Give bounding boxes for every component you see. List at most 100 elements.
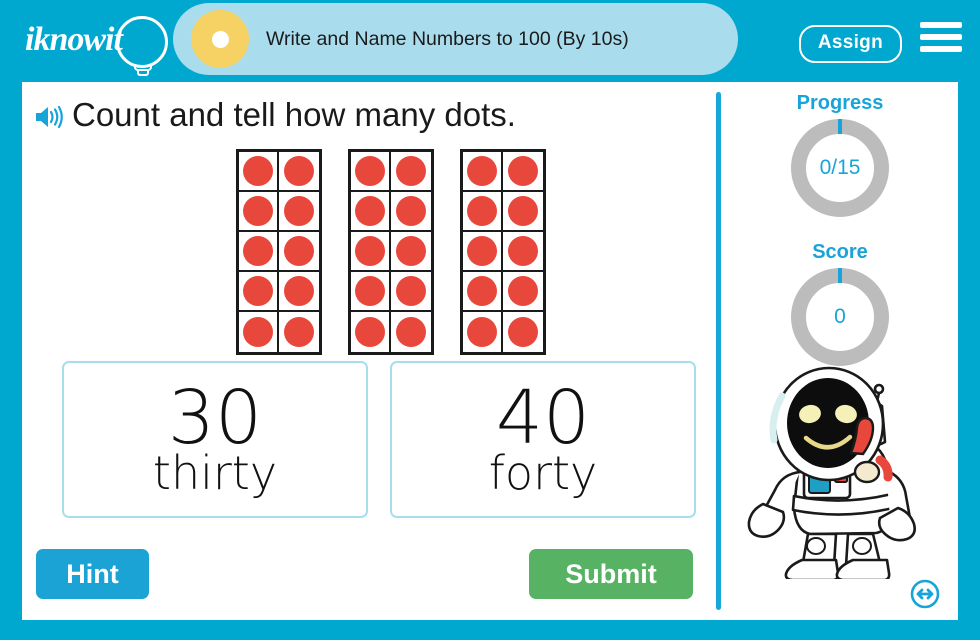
counter-dot <box>396 236 426 266</box>
ten-frame-cell <box>279 312 319 352</box>
ten-frame-cell <box>503 192 543 232</box>
ten-frame-cell <box>239 272 279 312</box>
sidebar: Progress 0/15 Score 0 <box>740 92 940 612</box>
ten-frames-group <box>236 149 546 355</box>
ten-frame <box>236 149 322 355</box>
assign-button[interactable]: Assign <box>798 25 902 63</box>
counter-dot <box>284 317 314 347</box>
counter-dot <box>355 317 385 347</box>
ten-frame-cell <box>351 232 391 272</box>
ten-frame-cell <box>463 152 503 192</box>
counter-dot <box>284 276 314 306</box>
counter-dot <box>243 196 273 226</box>
counter-dot <box>508 317 538 347</box>
answer-number: 40 <box>495 375 591 462</box>
counter-dot <box>508 196 538 226</box>
ten-frame <box>460 149 546 355</box>
score-ring: 0 <box>791 268 889 366</box>
lesson-badge-icon <box>191 10 249 68</box>
ten-frame-cell <box>239 192 279 232</box>
counter-dot <box>508 236 538 266</box>
ten-frame-cell <box>463 232 503 272</box>
score-value: 0 <box>834 305 846 328</box>
score-meter: Score 0 <box>740 241 940 366</box>
counter-dot <box>508 156 538 186</box>
answer-choices: 30 thirty 40 forty <box>62 361 696 518</box>
hint-button[interactable]: Hint <box>36 549 149 599</box>
ten-frame-cell <box>463 312 503 352</box>
answer-choice[interactable]: 30 thirty <box>62 361 368 518</box>
counter-dot <box>467 196 497 226</box>
lightbulb-icon <box>116 16 168 68</box>
astronaut-mascot-icon <box>747 366 916 579</box>
lightbulb-base-icon <box>134 64 152 71</box>
ten-frame-cell <box>391 152 431 192</box>
app-header: iknowit Write and Name Numbers to 100 (B… <box>0 0 980 78</box>
counter-dot <box>243 156 273 186</box>
counter-dot <box>467 156 497 186</box>
counter-dot <box>396 317 426 347</box>
ten-frame-cell <box>463 272 503 312</box>
counter-dot <box>396 156 426 186</box>
hamburger-menu-icon[interactable] <box>920 22 962 56</box>
ten-frame-cell <box>351 312 391 352</box>
counter-dot <box>355 156 385 186</box>
ten-frame-cell <box>239 232 279 272</box>
ten-frame-cell <box>391 272 431 312</box>
progress-label: Progress <box>796 92 884 114</box>
ten-frame-cell <box>463 192 503 232</box>
iknowit-logo[interactable]: iknowit <box>22 12 172 76</box>
question-text: Count and tell how many dots. <box>72 96 516 133</box>
answer-word: thirty <box>152 445 278 500</box>
ten-frame <box>348 149 434 355</box>
lesson-title-pill: Write and Name Numbers to 100 (By 10s) <box>173 3 738 75</box>
ten-frame-cell <box>503 312 543 352</box>
lesson-badge-inner-dot <box>211 30 229 48</box>
counter-dot <box>284 236 314 266</box>
ten-frame-cell <box>279 232 319 272</box>
progress-ring: 0/15 <box>791 119 889 217</box>
ten-frame-cell <box>503 232 543 272</box>
counter-dot <box>396 276 426 306</box>
speaker-audio-icon[interactable] <box>34 103 64 131</box>
counter-dot <box>243 317 273 347</box>
left-accent-bar <box>0 82 22 620</box>
answer-word: forty <box>488 445 598 500</box>
progress-meter: Progress 0/15 <box>740 92 940 217</box>
counter-dot <box>355 196 385 226</box>
ten-frame-cell <box>239 312 279 352</box>
lightbulb-base-lower-icon <box>137 71 149 76</box>
bottom-accent-bar <box>0 620 980 640</box>
counter-dot <box>355 276 385 306</box>
progress-value: 0/15 <box>819 156 861 179</box>
counter-dot <box>467 317 497 347</box>
counter-dot <box>508 276 538 306</box>
question-row: Count and tell how many dots. <box>34 96 516 134</box>
counter-dot <box>355 236 385 266</box>
ten-frame-cell <box>391 312 431 352</box>
counter-dot <box>467 276 497 306</box>
logo-wordmark: iknowit <box>25 21 123 58</box>
counter-dot <box>467 236 497 266</box>
page-title: Write and Name Numbers to 100 (By 10s) <box>266 27 629 50</box>
ten-frame-cell <box>351 192 391 232</box>
app-root: iknowit Write and Name Numbers to 100 (B… <box>0 0 980 640</box>
counter-dot <box>243 236 273 266</box>
counter-dot <box>284 196 314 226</box>
submit-button[interactable]: Submit <box>529 549 693 599</box>
horizontal-resize-icon[interactable] <box>910 579 940 609</box>
counter-dot <box>396 196 426 226</box>
ten-frame-cell <box>503 272 543 312</box>
ten-frame-cell <box>351 152 391 192</box>
score-label: Score <box>812 241 868 263</box>
ten-frame-cell <box>239 152 279 192</box>
answer-number: 30 <box>167 375 263 462</box>
panel-divider <box>716 92 721 610</box>
ten-frame-cell <box>279 152 319 192</box>
ten-frame-cell <box>391 192 431 232</box>
ten-frame-cell <box>279 192 319 232</box>
ten-frame-cell <box>279 272 319 312</box>
ten-frame-cell <box>503 152 543 192</box>
ten-frame-cell <box>391 232 431 272</box>
answer-choice[interactable]: 40 forty <box>390 361 696 518</box>
